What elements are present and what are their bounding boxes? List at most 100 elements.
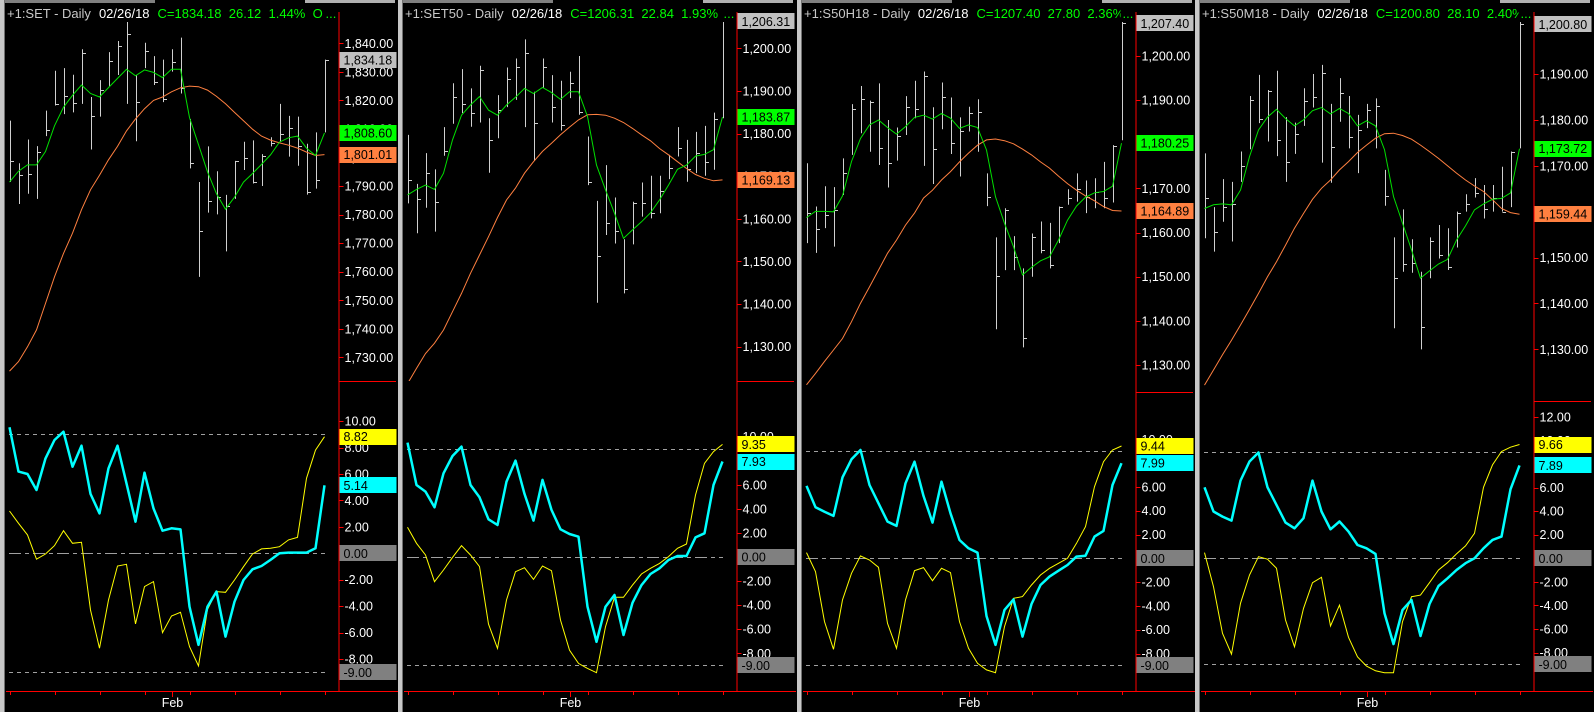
price-axis[interactable]: 1,200.001,190.001,180.001,170.001,160.00…: [736, 42, 792, 354]
ohlc-bar: [906, 96, 910, 136]
charts-canvas[interactable]: +1:SET - Daily 02/26/18 C=1834.18 26.12 1.…: [0, 0, 1594, 712]
ohlc-bar: [816, 206, 820, 253]
ohlc-bar: [597, 200, 601, 303]
osc-tick-label: 10.00: [345, 415, 376, 429]
osc-tick-label: 2.00: [1540, 528, 1564, 542]
price-tick-label: 1,140.00: [743, 298, 792, 312]
last-price-flag-text: 1,206.31: [742, 15, 791, 29]
header-ellipsis[interactable]: ...: [326, 6, 337, 21]
chart-panel-4[interactable]: +1:S50M18 - Daily 02/26/18 C=1200.80 28.10…: [1195, 0, 1593, 712]
header-ellipsis[interactable]: ...: [724, 6, 735, 21]
oscillator-pane[interactable]: [1203, 444, 1521, 674]
ohlc-bar: [1077, 173, 1081, 202]
price-tick-label: 1,150.00: [1540, 251, 1589, 265]
month-label: Feb: [162, 696, 184, 710]
ohlc-bar: [924, 71, 928, 166]
ohlc-bar: [136, 74, 140, 142]
ohlc-bar: [316, 132, 320, 189]
ohlc-bar: [624, 239, 628, 294]
date-label: 02/26/18: [512, 6, 563, 21]
ohlc-bar: [55, 70, 59, 106]
slow-ma-flag-text: 1,801.01: [344, 148, 393, 162]
osc-lower-flag: -9.00: [1136, 657, 1194, 673]
oscillator-pane[interactable]: [406, 442, 724, 674]
month-label: Feb: [560, 696, 582, 710]
quote-label: C=1200.80 28.10 2.40%: [1376, 6, 1524, 21]
osc-cyan-flag: 7.89: [1534, 457, 1592, 473]
fast-ma-flag-text: 1,183.87: [742, 111, 791, 125]
last-price-flag: 1,206.31: [737, 13, 795, 29]
slow-ma-flag-text: 1,164.89: [1141, 204, 1190, 218]
ohlc-bar: [1214, 207, 1218, 252]
time-axis[interactable]: Feb: [10, 691, 326, 710]
oscillator-axis[interactable]: 10.008.006.004.002.000.00-2.00-4.00-6.00…: [338, 415, 376, 667]
oscillator-pane[interactable]: [805, 445, 1123, 674]
chart-panel-2[interactable]: +1:SET50 - Daily 02/26/18 C=1206.31 22.84 …: [398, 0, 796, 712]
ohlc-bar: [10, 120, 14, 183]
osc-tick-label: -4.00: [1540, 599, 1569, 613]
chart-panel-1[interactable]: +1:SET - Daily 02/26/18 C=1834.18 26.12 1.…: [0, 0, 398, 712]
osc-zero-flag-text: 0.00: [344, 547, 368, 561]
price-tick-label: 1,130.00: [743, 340, 792, 354]
oscillator-pane[interactable]: [8, 427, 326, 673]
ohlc-bar: [444, 127, 448, 156]
osc-tick-label: -6.00: [743, 623, 772, 637]
last-price-flag: 1,207.40: [1136, 15, 1194, 31]
osc-tick-label: -2.00: [345, 573, 374, 587]
osc-lower-flag-text: -9.00: [1141, 659, 1170, 673]
tab-strip: [5, 0, 155, 3]
osc-tick-label: 2.00: [743, 526, 767, 540]
tab-strip-right: [1500, 0, 1590, 3]
slow-ma-flag: 1,159.44: [1534, 206, 1592, 222]
price-pane[interactable]: [9, 20, 330, 372]
ohlc-bar: [1259, 74, 1263, 124]
price-pane[interactable]: [806, 22, 1127, 386]
ohlc-bar: [1367, 103, 1371, 129]
osc-tick-label: 6.00: [743, 478, 767, 492]
price-pane[interactable]: [407, 21, 728, 383]
osc-cyan-line: [406, 442, 724, 644]
time-axis[interactable]: Feb: [1205, 691, 1521, 710]
osc-tick-label: 6.00: [1540, 481, 1564, 495]
fast-ma-flag: 1,173.72: [1534, 141, 1592, 157]
ohlc-bar: [145, 42, 149, 69]
ohlc-bar: [489, 118, 493, 173]
time-axis[interactable]: Feb: [807, 691, 1123, 710]
price-axis[interactable]: 1,840.001,830.001,820.001,810.001,800.00…: [338, 37, 394, 365]
ohlc-bar: [1340, 78, 1344, 122]
osc-tick-label: -4.00: [743, 599, 772, 613]
time-axis[interactable]: Feb: [408, 691, 724, 710]
ohlc-bar: [453, 83, 457, 124]
osc-yellow-line: [407, 444, 723, 674]
osc-yellow-flag: 9.66: [1534, 437, 1592, 453]
ohlc-bar: [669, 154, 673, 180]
ohlc-bar: [289, 115, 293, 157]
ohlc-bar: [46, 110, 50, 137]
header-ellipsis[interactable]: ...: [1521, 6, 1532, 21]
ohlc-bar: [109, 52, 113, 87]
last-price-flag-text: 1,200.80: [1539, 18, 1588, 32]
fast-ma-line: [806, 112, 1122, 276]
price-tick-label: 1,180.00: [1540, 113, 1589, 127]
ohlc-bar: [118, 41, 122, 75]
symbol-label: +1:SET - Daily: [7, 6, 91, 21]
chart-header: +1:SET - Daily 02/26/18 C=1834.18 26.12 1.…: [7, 6, 323, 21]
osc-cyan-flag: 7.99: [1136, 455, 1194, 471]
splitter-shadow: [1199, 0, 1200, 712]
price-pane[interactable]: [1204, 22, 1525, 386]
date-label: 02/26/18: [918, 6, 969, 21]
ohlc-bar: [525, 39, 529, 128]
ohlc-bar: [987, 173, 991, 207]
ohlc-bar: [1295, 122, 1299, 154]
ohlc-bar: [64, 68, 68, 115]
osc-zero-flag: 0.00: [339, 545, 397, 561]
ohlc-bar: [244, 141, 248, 171]
ohlc-bar: [82, 49, 86, 104]
header-ellipsis[interactable]: ...: [1123, 6, 1134, 21]
osc-tick-label: -2.00: [743, 575, 772, 589]
osc-tick-label: -4.00: [1142, 599, 1171, 613]
price-tick-label: 1,180.00: [743, 127, 792, 141]
chart-panel-3[interactable]: +1:S50H18 - Daily 02/26/18 C=1207.40 27.80…: [797, 0, 1195, 712]
slow-ma-line: [9, 85, 325, 372]
fast-ma-line: [1204, 106, 1520, 280]
